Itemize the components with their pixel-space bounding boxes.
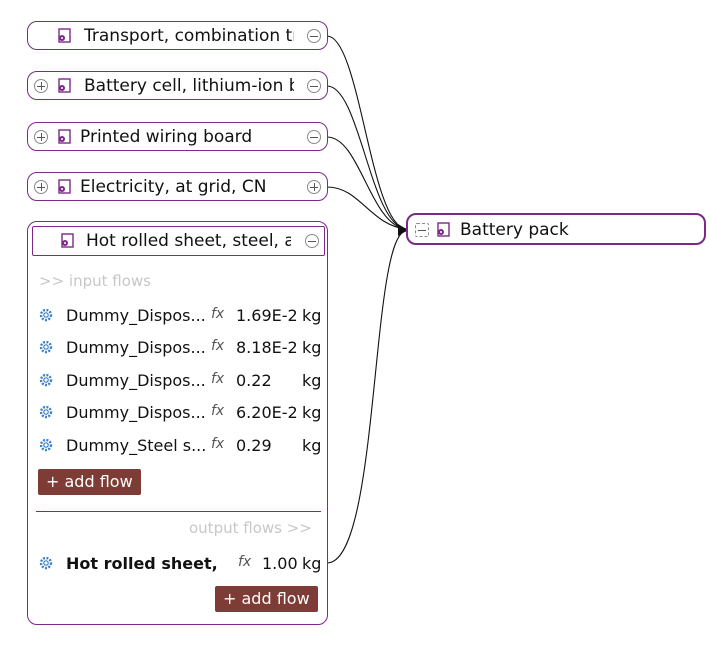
expanded-node-header[interactable]: Hot rolled sheet, steel, at... <box>32 226 325 256</box>
input-flow-row[interactable]: Dummy_Dispos... fx 8.18E-2 kg <box>38 336 323 360</box>
formula-icon[interactable]: fx <box>211 306 224 322</box>
flow-amount[interactable]: 6.20E-2 <box>236 403 298 422</box>
input-flow-row[interactable]: Dummy_Dispos... fx 0.22 kg <box>38 369 323 393</box>
gear-icon <box>39 340 53 354</box>
flow-unit[interactable]: kg <box>302 306 321 325</box>
output-flows-label: output flows >> <box>189 519 312 537</box>
flow-unit[interactable]: kg <box>302 371 321 390</box>
node-title: Printed wiring board <box>80 127 253 147</box>
add-input-flow-button[interactable]: + add flow <box>38 469 141 495</box>
input-flows-label: >> input flows <box>39 272 151 290</box>
process-node-transport[interactable]: Transport, combination tr... <box>27 21 328 50</box>
node-title: Transport, combination tr... <box>84 26 294 46</box>
gear-icon <box>39 373 53 387</box>
flow-name: Dummy_Steel s... <box>66 436 206 455</box>
gear-icon <box>39 438 53 452</box>
process-node-hot-rolled-sheet[interactable]: Hot rolled sheet, steel, at... >> input … <box>27 221 328 625</box>
expand-toggle-icon[interactable] <box>307 180 321 194</box>
process-node-printed-wiring-board[interactable]: Printed wiring board <box>27 122 328 151</box>
process-node-battery-cell[interactable]: Battery cell, lithium-ion b... <box>27 71 328 100</box>
input-flow-row[interactable]: Dummy_Dispos... fx 6.20E-2 kg <box>38 401 323 425</box>
input-flow-row[interactable]: Dummy_Steel s... fx 0.29 kg <box>38 434 323 458</box>
collapse-toggle-icon[interactable] <box>307 79 321 93</box>
gear-icon <box>39 308 53 322</box>
flow-amount[interactable]: 0.22 <box>236 371 272 390</box>
flow-name: Dummy_Dispos... <box>66 403 206 422</box>
flow-amount[interactable]: 1.00 <box>262 554 298 573</box>
flow-amount[interactable]: 0.29 <box>236 436 272 455</box>
process-icon <box>58 179 71 194</box>
expand-toggle-icon[interactable] <box>34 180 48 194</box>
flow-unit[interactable]: kg <box>302 436 321 455</box>
collapse-toggle-icon[interactable] <box>307 130 321 144</box>
flow-name: Hot rolled sheet, ... <box>66 554 224 573</box>
formula-icon[interactable]: fx <box>211 403 224 419</box>
expand-toggle-icon[interactable] <box>34 79 48 93</box>
process-icon <box>58 78 71 93</box>
process-icon <box>61 233 74 248</box>
formula-icon[interactable]: fx <box>211 371 224 387</box>
collapse-toggle-icon[interactable] <box>415 223 429 237</box>
output-flow-row[interactable]: Hot rolled sheet, ... fx 1.00 kg <box>38 552 323 576</box>
collapse-toggle-icon[interactable] <box>307 29 321 43</box>
flow-name: Dummy_Dispos... <box>66 371 206 390</box>
process-icon <box>437 222 450 237</box>
collapse-toggle-icon[interactable] <box>305 234 319 248</box>
flow-name: Dummy_Dispos... <box>66 338 206 357</box>
flows-divider <box>36 511 321 512</box>
formula-icon[interactable]: fx <box>211 436 224 452</box>
gear-icon <box>39 556 53 570</box>
process-icon <box>58 28 71 43</box>
add-output-flow-button[interactable]: + add flow <box>215 586 318 612</box>
formula-icon[interactable]: fx <box>211 338 224 354</box>
flow-unit[interactable]: kg <box>302 403 321 422</box>
flow-name: Dummy_Dispos... <box>66 306 206 325</box>
flow-amount[interactable]: 8.18E-2 <box>236 338 298 357</box>
flow-unit[interactable]: kg <box>302 554 321 573</box>
flow-unit[interactable]: kg <box>302 338 321 357</box>
expand-toggle-icon[interactable] <box>34 130 48 144</box>
process-node-electricity[interactable]: Electricity, at grid, CN <box>27 172 328 201</box>
node-title: Battery cell, lithium-ion b... <box>84 76 294 96</box>
flow-amount[interactable]: 1.69E-2 <box>236 306 298 325</box>
node-title: Battery pack <box>460 220 569 240</box>
process-icon <box>58 129 71 144</box>
formula-icon[interactable]: fx <box>238 554 251 570</box>
input-flow-row[interactable]: Dummy_Dispos... fx 1.69E-2 kg <box>38 304 323 328</box>
node-title: Hot rolled sheet, steel, at... <box>86 231 291 251</box>
node-title: Electricity, at grid, CN <box>80 177 267 197</box>
process-node-battery-pack[interactable]: Battery pack <box>406 213 706 245</box>
gear-icon <box>39 405 53 419</box>
